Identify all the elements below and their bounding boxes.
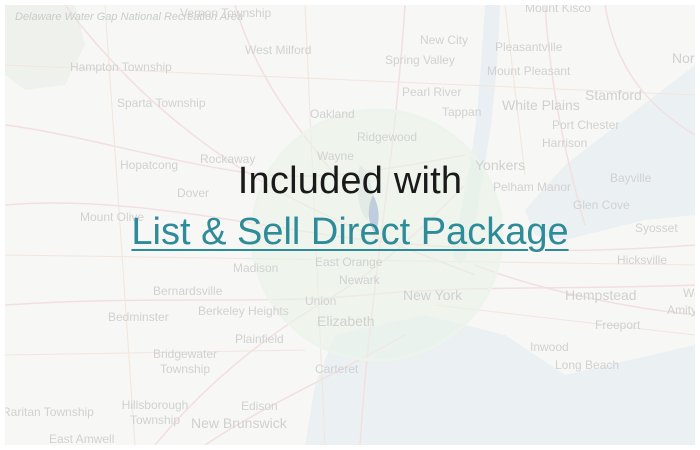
package-link[interactable]: List & Sell Direct Package (0, 211, 700, 254)
included-with-heading: Included with (237, 160, 463, 202)
map-preview-card: Delaware Water Gap National Recreation A… (0, 0, 700, 450)
package-callout: Included with List & Sell Direct Package (0, 0, 700, 450)
